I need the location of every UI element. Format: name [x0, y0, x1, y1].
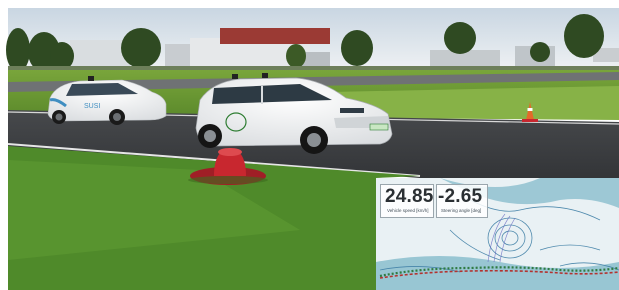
- speed-value: 24.85: [385, 186, 434, 207]
- steering-value: -2.65: [438, 186, 483, 207]
- speed-readout: 24.85 Vehicle speed [km/h]: [380, 184, 434, 218]
- test-track-photo: SUSI: [6, 8, 619, 290]
- svg-text:SUSI: SUSI: [84, 103, 100, 110]
- steering-readout: -2.65 Steering angle [deg]: [436, 184, 488, 218]
- steering-label: Steering angle [deg]: [441, 208, 482, 213]
- speed-label: Vehicle speed [km/h]: [387, 208, 429, 213]
